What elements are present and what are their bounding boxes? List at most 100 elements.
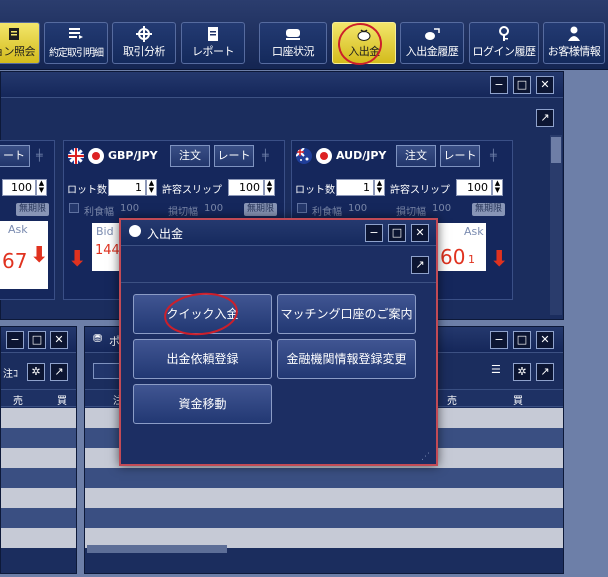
down-arrow-icon: ⬇ bbox=[30, 243, 49, 268]
slip-spinner[interactable]: ▲ ▼ bbox=[264, 179, 275, 196]
table-row bbox=[85, 468, 563, 488]
slip-spinner[interactable]: ▲ ▼ bbox=[36, 179, 47, 196]
dialog-title: 入出金 bbox=[147, 227, 184, 241]
toolbar-button-customer-info[interactable]: お客様情報 bbox=[543, 22, 605, 64]
key-icon bbox=[470, 26, 538, 42]
main-toolbar: ョン照会 約定取引明細 取引分析 レポート 口座状況 入出金 入出金履歴 bbox=[0, 0, 608, 70]
toolbar-label: ョン照会 bbox=[0, 45, 36, 58]
popout-button[interactable]: ↗ bbox=[411, 256, 429, 274]
deposit-dialog: 入出金 − □ ✕ ↗ クイック入金 マッチング口座のご案内 出金依頼登録 金融… bbox=[119, 218, 438, 466]
toolbar-label: 入出金履歴 bbox=[405, 45, 459, 58]
ask-label: Ask bbox=[8, 223, 28, 236]
toolbar-button-deposit-history[interactable]: 入出金履歴 bbox=[400, 22, 464, 64]
close-button[interactable]: ✕ bbox=[536, 76, 554, 94]
rate-button[interactable]: レート bbox=[440, 145, 480, 167]
slip-input[interactable]: 100 bbox=[2, 179, 36, 196]
profit-label: 利食幅 bbox=[84, 207, 114, 218]
minimize-button[interactable]: − bbox=[365, 224, 383, 242]
ask-small-digit: 1 bbox=[468, 253, 475, 266]
bank-info-change-button[interactable]: 金融機関情報登録変更 bbox=[277, 339, 416, 379]
toolbar-button-account-status[interactable]: 口座状況 bbox=[259, 22, 327, 64]
crosshair-icon bbox=[113, 26, 175, 42]
toolbar-label: ログイン履歴 bbox=[472, 45, 537, 58]
toolbar-button-analysis[interactable]: 取引分析 bbox=[112, 22, 176, 64]
maximize-button[interactable]: □ bbox=[388, 224, 406, 242]
filter-dropdown[interactable] bbox=[93, 363, 121, 379]
toolbar-button-position[interactable]: ョン照会 bbox=[0, 22, 40, 64]
table-row bbox=[1, 508, 76, 528]
ask-value: 67 bbox=[2, 249, 28, 273]
order-button[interactable]: 注文 bbox=[396, 145, 436, 167]
col-buy: 買 bbox=[57, 396, 67, 407]
table-row bbox=[85, 488, 563, 508]
lot-input[interactable]: 1 bbox=[336, 179, 374, 196]
slip-input[interactable]: 100 bbox=[456, 179, 492, 196]
minimize-button[interactable]: − bbox=[490, 331, 508, 349]
loss-label: 損切幅 bbox=[396, 207, 426, 218]
money-history-icon bbox=[401, 26, 463, 42]
toolbar-button-trade-detail[interactable]: 約定取引明細 bbox=[44, 22, 108, 64]
table-row bbox=[1, 488, 76, 508]
rate-button[interactable]: レート bbox=[214, 145, 254, 167]
pair-name: AUD/JPY bbox=[336, 149, 387, 162]
rate-panel-scrollbar[interactable] bbox=[550, 135, 562, 315]
toolbar-button-login-history[interactable]: ログイン履歴 bbox=[469, 22, 539, 64]
popout-button[interactable]: ↗ bbox=[536, 109, 554, 127]
down-arrow-icon: ⬇ bbox=[490, 247, 509, 272]
list-settings-icon[interactable]: ☰ bbox=[491, 363, 501, 376]
close-button[interactable]: ✕ bbox=[536, 331, 554, 349]
maximize-button[interactable]: □ bbox=[28, 331, 46, 349]
account-icon bbox=[260, 26, 326, 42]
withdraw-request-button[interactable]: 出金依頼登録 bbox=[133, 339, 272, 379]
maximize-button[interactable]: □ bbox=[513, 331, 531, 349]
rate-button[interactable]: ート bbox=[0, 145, 30, 167]
lot-input[interactable]: 1 bbox=[108, 179, 146, 196]
expiry-badge: 無期限 bbox=[244, 203, 278, 216]
loss-label: 損切幅 bbox=[168, 207, 198, 218]
list-icon bbox=[45, 26, 107, 42]
settings-gear-icon[interactable]: ✲ bbox=[27, 363, 45, 381]
table-row bbox=[1, 528, 76, 548]
ask-value: 60 bbox=[440, 245, 466, 269]
popout-button[interactable]: ↗ bbox=[50, 363, 68, 381]
dialog-titlebar: 入出金 − □ ✕ bbox=[121, 220, 436, 246]
ask-box[interactable]: Ask 60 1 bbox=[438, 223, 486, 271]
toolbar-label: 取引分析 bbox=[123, 45, 166, 58]
close-button[interactable]: ✕ bbox=[411, 224, 429, 242]
close-button[interactable]: ✕ bbox=[50, 331, 68, 349]
jp-flag-icon bbox=[88, 148, 104, 164]
divider bbox=[121, 282, 436, 283]
table-header: 売 買 bbox=[1, 389, 76, 407]
lot-label: ロット数 bbox=[295, 185, 335, 196]
document-icon bbox=[182, 26, 244, 42]
order-button[interactable]: 注文 bbox=[170, 145, 210, 167]
minimize-button[interactable]: − bbox=[490, 76, 508, 94]
profit-checkbox[interactable] bbox=[69, 203, 79, 213]
toolbar-label: レポート bbox=[192, 45, 235, 58]
slip-input[interactable]: 100 bbox=[228, 179, 264, 196]
maximize-button[interactable]: □ bbox=[513, 76, 531, 94]
expiry-badge: 無期限 bbox=[472, 203, 506, 216]
slip-spinner[interactable]: ▲ ▼ bbox=[492, 179, 503, 196]
settings-gear-icon[interactable]: ✲ bbox=[513, 363, 531, 381]
annotation-circle bbox=[164, 292, 238, 336]
minimize-button[interactable]: − bbox=[6, 331, 24, 349]
lot-spinner[interactable]: ▲ ▼ bbox=[146, 179, 157, 196]
col-buy: 買 bbox=[513, 396, 523, 407]
scrollbar-thumb[interactable] bbox=[551, 137, 561, 163]
popout-button[interactable]: ↗ bbox=[536, 363, 554, 381]
down-arrow-icon: ⬇ bbox=[68, 247, 87, 272]
table-row bbox=[1, 468, 76, 488]
grip-icon: ╪ bbox=[262, 149, 269, 162]
fund-transfer-button[interactable]: 資金移動 bbox=[133, 384, 272, 424]
person-icon bbox=[544, 26, 604, 42]
lot-label: ロット数 bbox=[67, 185, 107, 196]
resize-grip-icon[interactable]: ⋰ bbox=[421, 452, 430, 462]
lot-spinner[interactable]: ▲ ▼ bbox=[374, 179, 385, 196]
horizontal-scrollbar[interactable] bbox=[87, 545, 227, 553]
toolbar-button-report[interactable]: レポート bbox=[181, 22, 245, 64]
matching-account-button[interactable]: マッチング口座のご案内 bbox=[277, 294, 416, 334]
profit-checkbox[interactable] bbox=[297, 203, 307, 213]
loss-value: 100 bbox=[432, 203, 452, 214]
money-bag-icon bbox=[129, 225, 141, 237]
